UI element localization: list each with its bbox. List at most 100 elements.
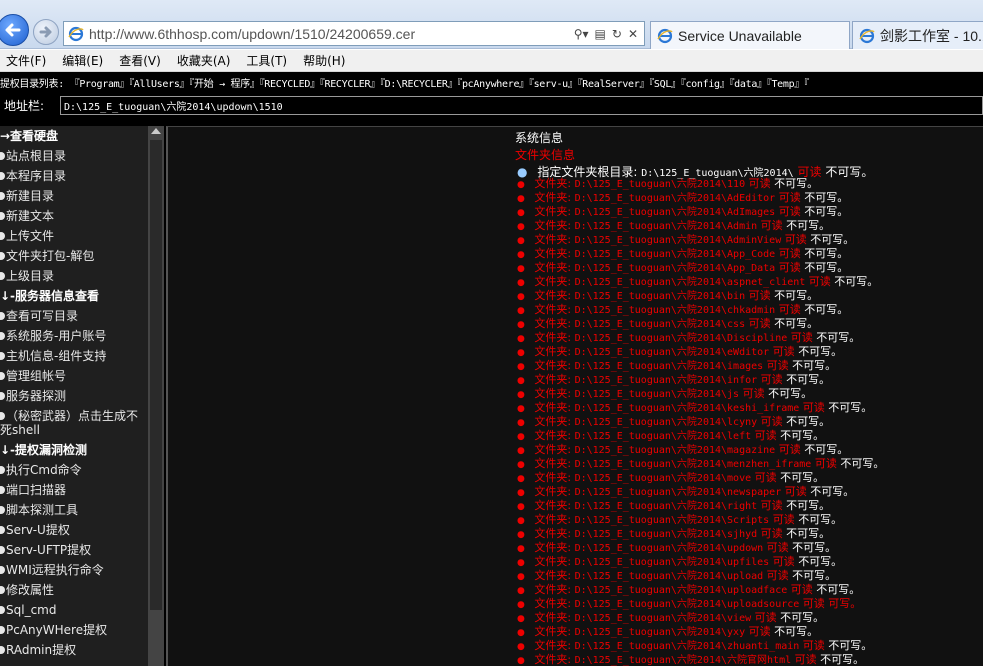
- writable-status: 不可写。: [786, 415, 831, 428]
- sidebar-item[interactable]: 查看可写目录: [0, 306, 148, 326]
- folder-path: D:\125_E_tuoguan\六院2014\infor: [574, 375, 758, 386]
- sidebar-item-label: 文件夹打包-解包: [6, 249, 95, 263]
- bullet-icon: [0, 626, 5, 634]
- folder-label: 文件夹:: [534, 261, 572, 274]
- directory-row: ● 文件夹: D:\125_E_tuoguan\六院2014\uploadsou…: [517, 597, 884, 611]
- writable-status: 不可写。: [834, 275, 879, 288]
- sidebar-section-title[interactable]: ↓-提权漏洞检测: [0, 440, 148, 460]
- sidebar-item[interactable]: 脚本探测工具: [0, 500, 148, 520]
- writable-status: 不可写。: [786, 527, 831, 540]
- menu-view[interactable]: 查看(V): [119, 52, 161, 69]
- folder-label: 文件夹:: [534, 177, 572, 190]
- sidebar-item[interactable]: 系统服务-用户账号: [0, 326, 148, 346]
- sidebar-item[interactable]: 文件夹打包-解包: [0, 246, 148, 266]
- folder-path: D:\125_E_tuoguan\六院2014\keshi_iframe: [574, 403, 800, 414]
- compat-view-icon[interactable]: ▤: [595, 27, 606, 41]
- readable-status: 可读: [754, 471, 777, 484]
- directory-row: ● 文件夹: D:\125_E_tuoguan\六院2014\bin 可读 不可…: [517, 289, 884, 303]
- stop-icon[interactable]: ✕: [628, 27, 638, 41]
- folder-label: 文件夹:: [534, 639, 572, 652]
- sidebar-section-title[interactable]: →查看硬盘: [0, 126, 148, 146]
- writable-status: 不可写。: [792, 359, 837, 372]
- address-bar[interactable]: http://www.6thhosp.com/updown/1510/24200…: [63, 21, 645, 46]
- directory-row: ● 文件夹: D:\125_E_tuoguan\六院2014\view 可读 不…: [517, 611, 884, 625]
- sidebar-item[interactable]: WMI远程执行命令: [0, 560, 148, 580]
- scroll-up-icon[interactable]: [151, 128, 161, 134]
- bullet-icon: ●: [517, 488, 525, 498]
- folder-label: 文件夹:: [534, 597, 572, 610]
- sidebar-item[interactable]: 端口扫描器: [0, 480, 148, 500]
- directory-row: ● 文件夹: D:\125_E_tuoguan\六院2014\Scripts 可…: [517, 513, 884, 527]
- search-icon[interactable]: ⚲▾: [574, 27, 589, 41]
- bullet-icon: ●: [517, 446, 525, 456]
- sidebar-section-title[interactable]: ↓-服务器信息查看: [0, 286, 148, 306]
- menu-favorites[interactable]: 收藏夹(A): [177, 52, 231, 69]
- bullet-icon: [0, 412, 5, 420]
- sidebar-item[interactable]: PcAnyWHere提权: [0, 620, 148, 640]
- sidebar-item[interactable]: 服务器探测: [0, 386, 148, 406]
- readable-status: 可读: [766, 569, 789, 582]
- folder-label: 文件夹:: [534, 387, 572, 400]
- tab-webshell[interactable]: 剑影工作室 - 10.10.: [852, 21, 983, 49]
- sidebar-item[interactable]: 新建文本: [0, 206, 148, 226]
- menu-tools[interactable]: 工具(T): [246, 52, 287, 69]
- sidebar-item-label: RAdmin提权: [6, 643, 77, 657]
- bullet-icon: ●: [517, 600, 525, 610]
- sidebar-item-label: WMI远程执行命令: [6, 563, 104, 577]
- menu-help[interactable]: 帮助(H): [303, 52, 345, 69]
- readable-status: 可读: [748, 317, 771, 330]
- folder-label: 文件夹:: [534, 373, 572, 386]
- tab-service-unavailable[interactable]: Service Unavailable: [650, 21, 850, 49]
- ie-tab-icon: [657, 28, 673, 43]
- sidebar-item[interactable]: 主机信息-组件支持: [0, 346, 148, 366]
- sidebar-item[interactable]: RAdmin提权: [0, 640, 148, 660]
- sidebar-item[interactable]: 修改属性: [0, 580, 148, 600]
- sidebar-item[interactable]: 本程序目录: [0, 166, 148, 186]
- directory-row: ● 文件夹: D:\125_E_tuoguan\六院2014\yxy 可读 不可…: [517, 625, 884, 639]
- sidebar-item[interactable]: Serv-UFTP提权: [0, 540, 148, 560]
- bullet-icon: [0, 172, 5, 180]
- folder-path: D:\125_E_tuoguan\六院2014\aspnet_client: [574, 277, 806, 288]
- folder-path: D:\125_E_tuoguan\六院2014\eWditor: [574, 347, 770, 358]
- sidebar-item[interactable]: （秘密武器）点击生成不死shell: [0, 406, 148, 440]
- directory-row: ● 文件夹: D:\125_E_tuoguan\六院2014\updown 可读…: [517, 541, 884, 555]
- sidebar-item[interactable]: 上传文件: [0, 226, 148, 246]
- folder-label: 文件夹:: [534, 191, 572, 204]
- bullet-icon: ●: [517, 544, 525, 554]
- bullet-icon: ●: [517, 432, 525, 442]
- directory-row: ● 文件夹: D:\125_E_tuoguan\六院2014\magazine …: [517, 443, 884, 457]
- scrollbar-thumb[interactable]: [150, 140, 162, 610]
- writable-status: 不可写。: [774, 625, 819, 638]
- sidebar-item[interactable]: Sql_cmd: [0, 600, 148, 620]
- refresh-icon[interactable]: ↻: [612, 27, 622, 41]
- sidebar-item[interactable]: 上级目录: [0, 266, 148, 286]
- bullet-icon: ●: [517, 656, 525, 666]
- sidebar-item[interactable]: Serv-U提权: [0, 520, 148, 540]
- system-info-link[interactable]: 系统信息: [515, 129, 563, 146]
- bullet-icon: [0, 372, 5, 380]
- writable-status: 不可写。: [804, 261, 849, 274]
- directory-row: ● 文件夹: D:\125_E_tuoguan\六院2014\uploadfac…: [517, 583, 884, 597]
- sidebar-scrollbar[interactable]: [148, 126, 164, 666]
- menu-file[interactable]: 文件(F): [6, 52, 46, 69]
- menu-edit[interactable]: 编辑(E): [62, 52, 103, 69]
- bullet-icon: [0, 506, 5, 514]
- privesc-dir-list[interactable]: 提权目录列表: 『Program』『AllUsers』『开始 → 程序』『REC…: [0, 75, 983, 91]
- writable-status: 不可写。: [786, 499, 831, 512]
- writable-status: 不可写。: [820, 653, 865, 666]
- directory-row: ● 文件夹: D:\125_E_tuoguan\六院2014\aspnet_cl…: [517, 275, 884, 289]
- forward-button[interactable]: [33, 19, 59, 45]
- path-input[interactable]: [60, 96, 983, 115]
- readable-status: 可读: [802, 401, 825, 414]
- url-text[interactable]: http://www.6thhosp.com/updown/1510/24200…: [89, 26, 574, 42]
- sidebar-item[interactable]: 站点根目录: [0, 146, 148, 166]
- folder-label: 文件夹:: [534, 205, 572, 218]
- back-button[interactable]: [0, 14, 29, 46]
- sidebar-item[interactable]: 管理组帐号: [0, 366, 148, 386]
- writable-status: 不可写。: [768, 387, 813, 400]
- readable-status: 可读: [766, 541, 789, 554]
- sidebar-item[interactable]: 执行Cmd命令: [0, 460, 148, 480]
- bullet-icon: ●: [517, 292, 525, 302]
- sidebar-item[interactable]: 新建目录: [0, 186, 148, 206]
- folder-path: D:\125_E_tuoguan\六院2014\chkadmin: [574, 305, 776, 316]
